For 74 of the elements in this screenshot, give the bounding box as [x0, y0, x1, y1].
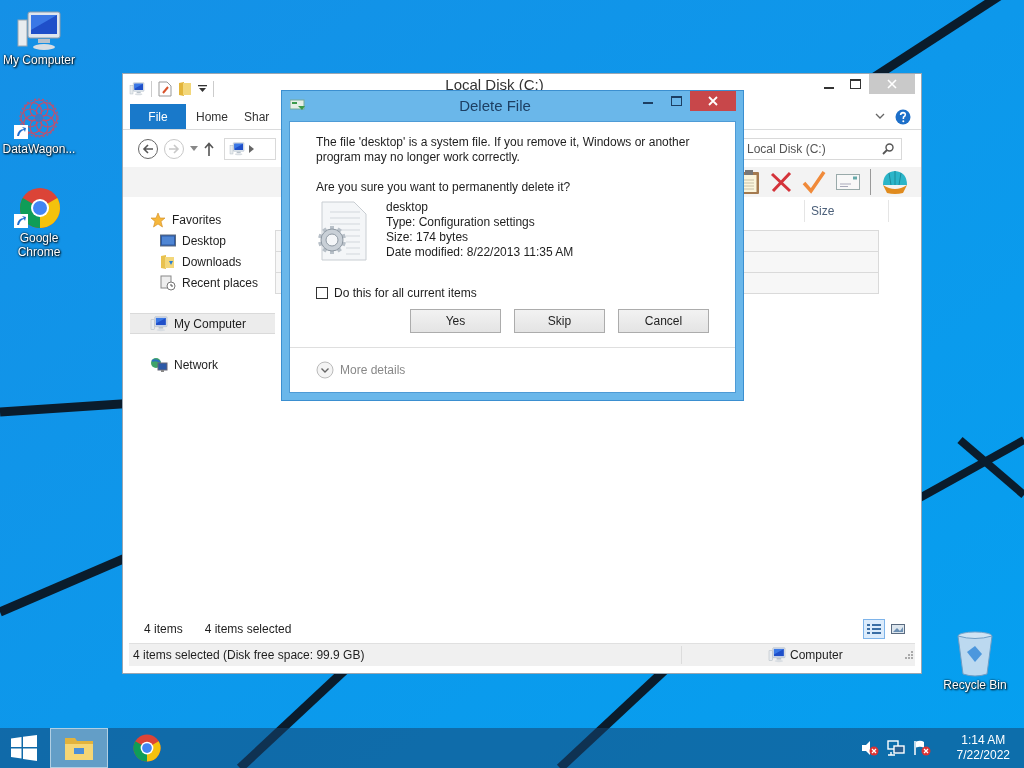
preview-view-icon [890, 622, 906, 636]
nav-item[interactable]: Recent places [130, 272, 275, 293]
file-detail: Size: 174 bytes [386, 230, 470, 245]
file-name: desktop [386, 200, 430, 215]
folder-icon [160, 253, 176, 270]
dropdown-icon[interactable] [198, 85, 207, 93]
windows-logo-icon [11, 735, 37, 761]
confirm-question: Are you sure you want to permanently delete it? [316, 180, 572, 194]
caret-icon[interactable] [190, 146, 198, 151]
computer-icon [150, 315, 168, 332]
monitor-icon [160, 233, 176, 248]
resize-grip-icon[interactable] [905, 651, 913, 659]
back-arrow-icon [142, 143, 154, 154]
chevron-down-icon[interactable] [875, 113, 885, 120]
column-header[interactable]: Size [804, 200, 889, 222]
up-arrow-icon[interactable] [204, 141, 214, 156]
ribbon-tab[interactable]: File [130, 104, 186, 129]
status-text: 4 items selected (Disk free space: 99.9 GB) [132, 648, 366, 662]
clock-date[interactable]: 7/22/2022 [956, 748, 1010, 763]
checkbox[interactable] [316, 287, 328, 299]
back-button[interactable] [138, 138, 158, 159]
file-detail: Type: Configuration settings [386, 215, 536, 230]
trash-bin-icon [955, 630, 995, 678]
drive-icon [129, 82, 145, 96]
app-icon [290, 98, 306, 112]
checkmark-icon[interactable] [802, 170, 826, 194]
close-icon [887, 79, 897, 89]
minimize-icon [643, 102, 653, 104]
close-button[interactable] [690, 91, 736, 111]
drive-icon [229, 141, 245, 156]
cross-icon[interactable] [770, 171, 792, 193]
clock-time[interactable]: 1:14 AM [961, 733, 1006, 748]
close-icon [708, 96, 718, 106]
ribbon-tab[interactable]: Shar [238, 104, 274, 129]
dialog-button[interactable]: Skip [514, 309, 605, 333]
config-file-icon [316, 200, 368, 262]
maximize-icon [670, 96, 682, 106]
ribbon-tab[interactable]: Home [186, 104, 238, 129]
maximize-icon [850, 79, 861, 89]
recent-places-icon [160, 274, 176, 291]
selection-count: 4 items selected [204, 622, 292, 636]
checkbox-label[interactable]: Do this for all current items [334, 286, 477, 300]
details-view-icon [866, 622, 882, 636]
help-icon[interactable] [895, 108, 911, 125]
nav-item[interactable]: Downloads [130, 251, 275, 272]
properties-icon[interactable] [158, 81, 172, 97]
status-location: Computer [790, 648, 843, 662]
computer-icon [768, 647, 786, 663]
nav-item[interactable]: Network [130, 354, 275, 375]
browser-icon [132, 733, 162, 763]
shell-icon[interactable] [881, 169, 909, 195]
minimize-icon [823, 87, 834, 89]
details-view-button[interactable] [863, 619, 885, 639]
network-icon[interactable] [886, 740, 905, 756]
search-icon [882, 142, 894, 155]
nav-item[interactable]: Desktop [130, 230, 275, 251]
flag-icon[interactable] [912, 740, 931, 756]
computer-icon [16, 10, 62, 52]
nav-item[interactable]: Favorites [130, 209, 275, 230]
forward-arrow-icon [168, 143, 180, 154]
item-count: 4 items [144, 622, 183, 636]
file-detail: Date modified: 8/22/2013 11:35 AM [386, 245, 574, 260]
chevron-circle-icon [316, 361, 334, 379]
dialog-button[interactable]: Yes [410, 309, 501, 333]
address-bar[interactable] [224, 137, 276, 160]
network-icon [150, 356, 168, 373]
chevron-right-icon [249, 144, 254, 153]
nav-item[interactable]: My Computer [130, 313, 275, 334]
star-icon [150, 211, 166, 228]
dialog-title: Delete File [458, 96, 532, 114]
more-details-button[interactable]: More details [316, 361, 406, 379]
speaker-muted-icon[interactable] [860, 740, 879, 756]
dialog-button[interactable]: Cancel [618, 309, 709, 333]
warning-message: The file 'desktop' is a system file. If you remove it, Windows or another program may no longer work correctly. [316, 135, 691, 165]
